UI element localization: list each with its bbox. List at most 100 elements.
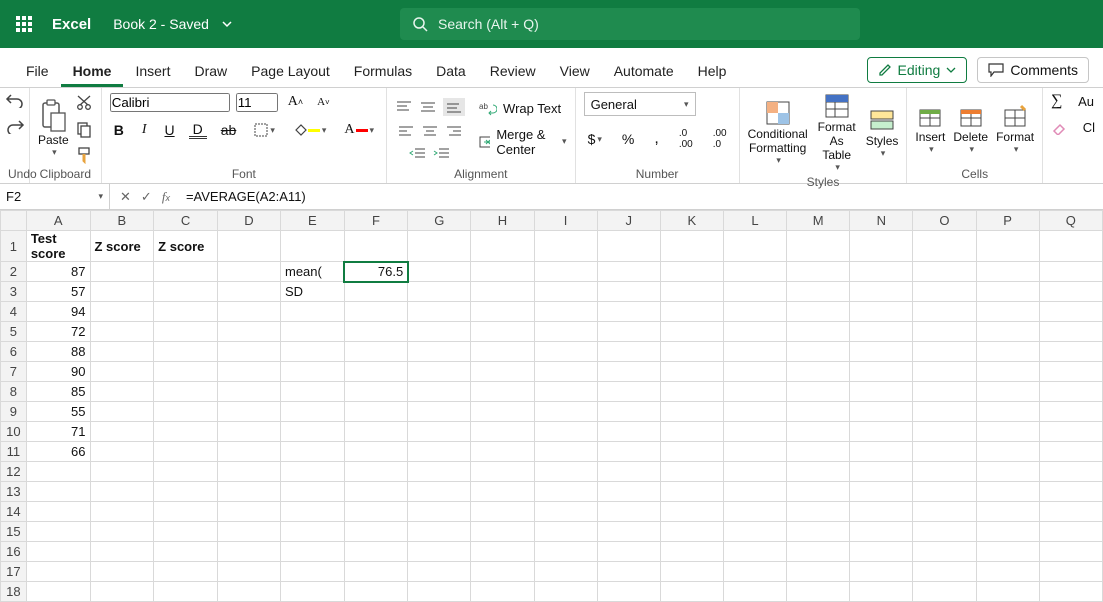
- cell[interactable]: [787, 422, 850, 442]
- cell[interactable]: [597, 502, 660, 522]
- cell[interactable]: [850, 342, 913, 362]
- row-header[interactable]: 1: [1, 231, 27, 262]
- fill-color-button[interactable]: ▾: [289, 121, 331, 139]
- cell[interactable]: [1039, 382, 1102, 402]
- grow-font-button[interactable]: A˄: [284, 92, 307, 112]
- cell[interactable]: [660, 231, 723, 262]
- cell[interactable]: [660, 262, 723, 282]
- cell[interactable]: [281, 362, 345, 382]
- cell[interactable]: [723, 482, 786, 502]
- cell[interactable]: [408, 422, 471, 442]
- cell[interactable]: [597, 542, 660, 562]
- cell[interactable]: [1039, 442, 1102, 462]
- cell[interactable]: [976, 322, 1039, 342]
- name-box[interactable]: F2 ▾: [0, 184, 110, 210]
- cell[interactable]: [660, 522, 723, 542]
- cell[interactable]: [344, 322, 408, 342]
- cell[interactable]: [471, 422, 534, 442]
- cell[interactable]: [154, 262, 218, 282]
- cell[interactable]: [344, 562, 408, 582]
- cell[interactable]: [281, 462, 345, 482]
- cell[interactable]: [1039, 302, 1102, 322]
- cell[interactable]: [281, 231, 345, 262]
- paste-button[interactable]: Paste ▾: [38, 99, 69, 158]
- cell[interactable]: [976, 442, 1039, 462]
- cell[interactable]: [26, 462, 90, 482]
- row-header[interactable]: 12: [1, 462, 27, 482]
- cell[interactable]: [534, 562, 597, 582]
- cell[interactable]: [534, 422, 597, 442]
- cell[interactable]: SD: [281, 282, 345, 302]
- cell[interactable]: [154, 442, 218, 462]
- cell[interactable]: [976, 362, 1039, 382]
- cell[interactable]: [597, 582, 660, 602]
- cell[interactable]: [408, 282, 471, 302]
- cell[interactable]: [850, 322, 913, 342]
- cell[interactable]: [534, 582, 597, 602]
- cell[interactable]: [597, 382, 660, 402]
- cell[interactable]: [723, 422, 786, 442]
- cell[interactable]: [281, 562, 345, 582]
- cell[interactable]: [597, 442, 660, 462]
- cell[interactable]: [154, 462, 218, 482]
- cell[interactable]: [344, 582, 408, 602]
- cell[interactable]: [913, 582, 976, 602]
- cell[interactable]: [1039, 582, 1102, 602]
- cell[interactable]: [723, 231, 786, 262]
- cell[interactable]: [408, 262, 471, 282]
- cell-styles-button[interactable]: Styles▾: [866, 106, 899, 159]
- cell[interactable]: [26, 582, 90, 602]
- cell[interactable]: [344, 362, 408, 382]
- cell[interactable]: [660, 582, 723, 602]
- cell[interactable]: [723, 262, 786, 282]
- cell[interactable]: [976, 302, 1039, 322]
- cell[interactable]: [154, 402, 218, 422]
- cell[interactable]: [471, 482, 534, 502]
- cell[interactable]: [1039, 502, 1102, 522]
- conditional-formatting-button[interactable]: Conditional Formatting▾: [748, 99, 808, 166]
- cell[interactable]: [660, 562, 723, 582]
- col-header[interactable]: Q: [1039, 211, 1102, 231]
- row-header[interactable]: 14: [1, 502, 27, 522]
- cell[interactable]: [471, 562, 534, 582]
- enter-formula-button[interactable]: ✓: [141, 189, 152, 205]
- cell[interactable]: [913, 362, 976, 382]
- cell[interactable]: [154, 482, 218, 502]
- cell[interactable]: [850, 482, 913, 502]
- spreadsheet-grid[interactable]: A B C D E F G H I J K L M N O P Q 1 Test…: [0, 210, 1103, 602]
- cell[interactable]: [281, 422, 345, 442]
- cell[interactable]: 85: [26, 382, 90, 402]
- cell[interactable]: [850, 262, 913, 282]
- doc-menu-chevron[interactable]: [221, 18, 233, 30]
- cell[interactable]: [344, 282, 408, 302]
- cell[interactable]: [534, 522, 597, 542]
- font-name-select[interactable]: [110, 93, 230, 112]
- cell[interactable]: 87: [26, 262, 90, 282]
- cell[interactable]: [281, 582, 345, 602]
- cell[interactable]: [217, 402, 280, 422]
- cell[interactable]: [660, 542, 723, 562]
- tab-review[interactable]: Review: [478, 63, 548, 87]
- cell[interactable]: [534, 402, 597, 422]
- col-header[interactable]: F: [344, 211, 408, 231]
- cell[interactable]: [154, 562, 218, 582]
- cell[interactable]: [660, 422, 723, 442]
- bold-button[interactable]: B: [110, 120, 128, 140]
- cell[interactable]: [217, 322, 280, 342]
- cell[interactable]: [660, 462, 723, 482]
- align-right-button[interactable]: [445, 124, 463, 138]
- cell[interactable]: [217, 282, 280, 302]
- undo-button[interactable]: [5, 92, 25, 108]
- col-header[interactable]: M: [787, 211, 850, 231]
- row-header[interactable]: 18: [1, 582, 27, 602]
- cell[interactable]: [597, 342, 660, 362]
- cell[interactable]: [90, 462, 154, 482]
- cell[interactable]: [1039, 562, 1102, 582]
- cell[interactable]: [976, 462, 1039, 482]
- cell[interactable]: [723, 522, 786, 542]
- cell[interactable]: [723, 282, 786, 302]
- cell[interactable]: [787, 462, 850, 482]
- cell[interactable]: [154, 422, 218, 442]
- row-header[interactable]: 7: [1, 362, 27, 382]
- cell[interactable]: [281, 442, 345, 462]
